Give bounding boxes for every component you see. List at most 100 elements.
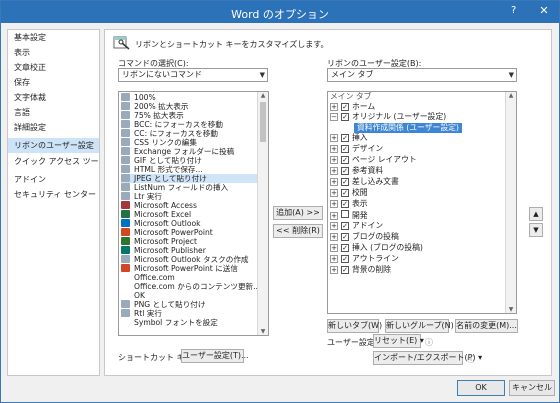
sidebar-item-addins[interactable]: アドイン (8, 172, 99, 187)
scroll-up-icon[interactable]: ▲ (506, 92, 516, 99)
sidebar-item-typography[interactable]: 文字体裁 (8, 90, 99, 105)
scroll-up-icon[interactable]: ▲ (258, 92, 268, 99)
checkbox-checked-icon[interactable]: ✓ (341, 167, 349, 175)
list-item[interactable]: Microsoft Access (121, 201, 197, 210)
expand-icon[interactable]: + (330, 134, 338, 142)
import-export-button[interactable]: インポート/エクスポート(P) ▾ (373, 351, 482, 365)
sidebar-item-customize-ribbon[interactable]: リボンのユーザー設定 (8, 138, 99, 153)
tree-node[interactable]: + ✓ アドイン (330, 221, 383, 231)
expand-icon[interactable]: + (330, 178, 338, 186)
tree-node[interactable]: + ✓ 挿入 (ブログの投稿) (330, 243, 423, 253)
expand-icon[interactable]: + (330, 145, 338, 153)
checkbox-checked-icon[interactable]: ✓ (341, 103, 349, 111)
customize-shortcut-button[interactable]: ユーザー設定(T)... (181, 349, 249, 363)
reset-button[interactable]: リセット(E) ▾ (373, 334, 424, 348)
list-item[interactable]: CSS リンクの編集 (121, 138, 197, 147)
tree-node[interactable]: + 開発 (330, 210, 368, 220)
list-item[interactable]: Ltr 実行 (121, 192, 162, 201)
checkbox-checked-icon[interactable]: ✓ (341, 233, 349, 241)
list-item[interactable]: Microsoft Outlook (121, 219, 201, 228)
tree-node[interactable]: + ✓ ブログの投稿 (330, 232, 399, 242)
list-item[interactable]: Microsoft Excel (121, 210, 191, 219)
expand-icon[interactable]: + (330, 255, 338, 263)
sidebar-item-save[interactable]: 保存 (8, 75, 99, 90)
ok-button[interactable]: OK (457, 380, 505, 396)
list-item[interactable]: Microsoft Project (121, 237, 197, 246)
list-item[interactable]: Microsoft PowerPoint に送信 (121, 264, 238, 273)
checkbox-checked-icon[interactable]: ✓ (341, 255, 349, 263)
ribbon-dropdown[interactable]: メイン タブ ▼ (327, 68, 517, 82)
list-item[interactable]: Symbol フォントを設定 (121, 318, 218, 327)
list-item[interactable]: Office.com (121, 273, 175, 282)
tree-node[interactable]: + ✓ 参考資料 (330, 166, 383, 176)
list-item[interactable]: BCC: にフォーカスを移動 (121, 120, 223, 129)
expand-icon[interactable]: + (330, 156, 338, 164)
tree-node-selected[interactable]: 資料作成関係 (ユーザー設定) (354, 123, 462, 133)
move-down-button[interactable]: ▼ (529, 223, 543, 237)
checkbox-checked-icon[interactable]: ✓ (341, 266, 349, 274)
list-item-selected[interactable]: JPEG として貼り付け (121, 174, 267, 183)
collapse-icon[interactable]: − (330, 113, 338, 121)
list-item[interactable]: Microsoft Publisher (121, 246, 206, 255)
add-button[interactable]: 追加(A) >> (273, 206, 323, 220)
list-item[interactable]: 75% 拡大表示 (121, 111, 184, 120)
move-up-button[interactable]: ▲ (529, 207, 543, 221)
expand-icon[interactable]: + (330, 167, 338, 175)
sidebar-item-general[interactable]: 基本設定 (8, 30, 99, 45)
list-item[interactable]: CC: にフォーカスを移動 (121, 129, 218, 138)
commands-list[interactable]: 100% 200% 拡大表示 75% 拡大表示 BCC: にフォーカスを移動 C… (118, 91, 269, 336)
new-tab-button[interactable]: 新しいタブ(W) (327, 319, 382, 333)
sidebar-item-proofing[interactable]: 文章校正 (8, 60, 99, 75)
tree-node[interactable]: + ✓ ホーム (330, 102, 375, 112)
tree-node[interactable]: − ✓ オリジナル (ユーザー設定) (330, 112, 446, 122)
list-item[interactable]: Microsoft PowerPoint (121, 228, 213, 237)
commands-scrollbar[interactable]: ▲ ▼ (257, 92, 268, 335)
tree-node[interactable]: + ✓ 挿入 (330, 133, 368, 143)
tree-node[interactable]: + ✓ 表示 (330, 199, 368, 209)
checkbox-checked-icon[interactable]: ✓ (341, 113, 349, 121)
scroll-thumb[interactable] (260, 102, 266, 142)
sidebar-item-language[interactable]: 言語 (8, 105, 99, 120)
expand-icon[interactable]: + (330, 222, 338, 230)
list-item[interactable]: GIF として貼り付け (121, 156, 202, 165)
scroll-down-icon[interactable]: ▼ (506, 306, 516, 313)
close-icon[interactable]: ✕ (531, 2, 557, 20)
checkbox-checked-icon[interactable]: ✓ (341, 244, 349, 252)
list-item[interactable]: Rtl 実行 (121, 309, 162, 318)
expand-icon[interactable]: + (330, 233, 338, 241)
sidebar-item-trust-center[interactable]: セキュリティ センター (8, 187, 99, 202)
scroll-down-icon[interactable]: ▼ (258, 328, 268, 335)
rename-button[interactable]: 名前の変更(M)... (455, 319, 518, 333)
expand-icon[interactable]: + (330, 200, 338, 208)
new-group-button[interactable]: 新しいグループ(N) (385, 319, 454, 333)
checkbox-checked-icon[interactable]: ✓ (341, 134, 349, 142)
tree-node[interactable]: + ✓ 校閲 (330, 188, 368, 198)
expand-icon[interactable]: + (330, 103, 338, 111)
checkbox-checked-icon[interactable]: ✓ (341, 200, 349, 208)
expand-icon[interactable]: + (330, 266, 338, 274)
remove-button[interactable]: << 削除(R) (273, 224, 323, 238)
expand-icon[interactable]: + (330, 244, 338, 252)
tree-node[interactable]: + ✓ アウトライン (330, 254, 399, 264)
expand-icon[interactable]: + (330, 212, 338, 220)
tree-node[interactable]: + ✓ 背景の削除 (330, 265, 391, 275)
tree-node[interactable]: + ✓ デザイン (330, 144, 383, 154)
list-item[interactable]: Exchange フォルダーに投稿 (121, 147, 234, 156)
sidebar-item-quick-access-toolbar[interactable]: クイック アクセス ツール バー (8, 154, 99, 169)
list-item[interactable]: PNG として貼り付け (121, 300, 206, 309)
list-item[interactable]: Office.com からのコンテンツ更新... (121, 282, 260, 291)
checkbox-checked-icon[interactable]: ✓ (341, 178, 349, 186)
list-item[interactable]: HTML 形式で保存... (121, 165, 203, 174)
sidebar-item-advanced[interactable]: 詳細設定 (8, 120, 99, 135)
sidebar-item-display[interactable]: 表示 (8, 45, 99, 60)
checkbox-checked-icon[interactable]: ✓ (341, 189, 349, 197)
expand-icon[interactable]: + (330, 189, 338, 197)
list-item[interactable]: ListNum フィールドの挿入 (121, 183, 228, 192)
ribbon-tree[interactable]: メイン タブ + ✓ ホーム − ✓ オリジナル (ユーザー設定) 資料作成関係 (ユー… (327, 91, 517, 314)
list-item[interactable]: OK (121, 291, 145, 300)
list-item[interactable]: Microsoft Outlook タスクの作成 (121, 255, 249, 264)
tree-node[interactable]: + ✓ 差し込み文書 (330, 177, 399, 187)
list-item[interactable]: 100% (121, 93, 156, 102)
checkbox-unchecked-icon[interactable] (341, 210, 349, 218)
commands-dropdown[interactable]: リボンにないコマンド ▼ (118, 68, 268, 82)
